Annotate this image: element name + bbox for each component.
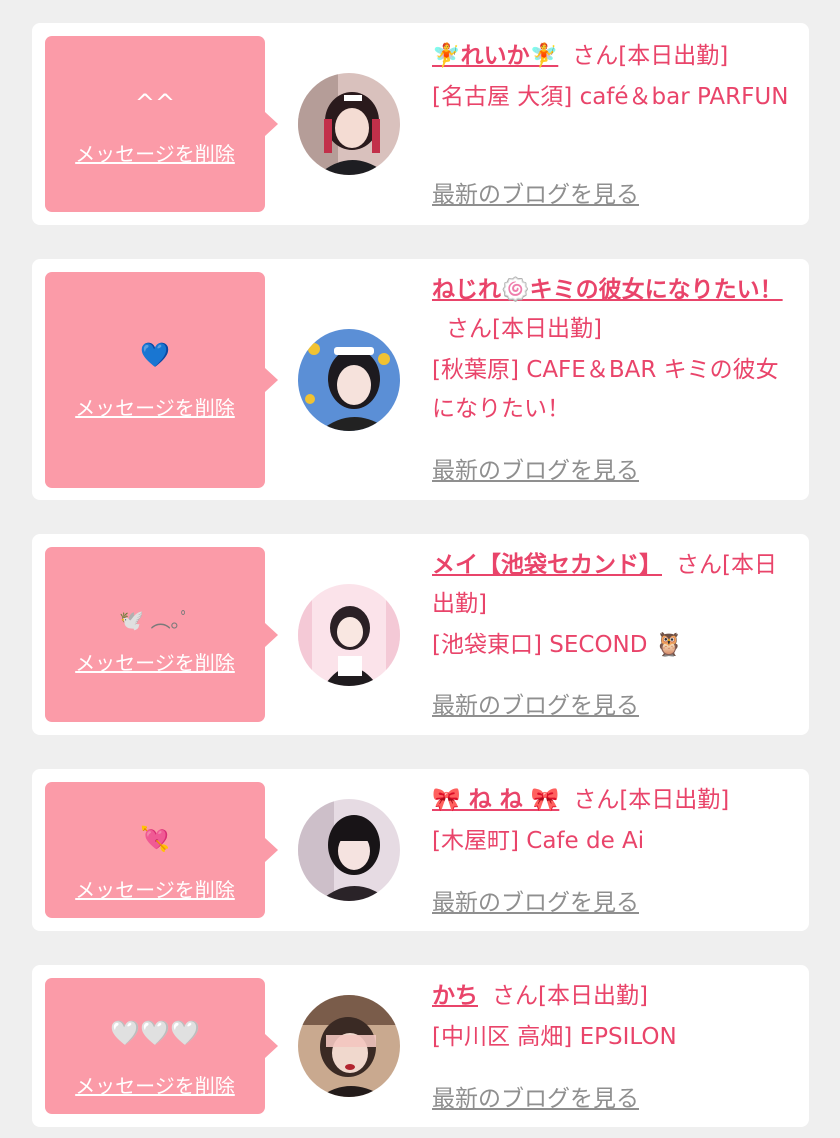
cast-status: さん[本日出勤] [573,787,730,813]
message-card: 🤍🤍🤍 メッセージを削除 かち さん[本日出勤] [中川区 高畑] EPSILON… [32,965,809,1127]
cast-status: さん[本日出勤] [492,983,648,1009]
cast-name-link[interactable]: かち [432,983,478,1009]
delete-message-link[interactable]: メッセージを削除 [45,138,265,167]
cast-info: メイ【池袋セカンド】 さん[本日出勤] [池袋東口] SECOND 🦉 [432,546,792,665]
delete-message-link[interactable]: メッセージを削除 [45,874,265,903]
message-bubble: 💙 メッセージを削除 [45,272,278,488]
avatar[interactable] [298,799,400,901]
message-bubble: 🕊️ ︵｡ﾟ メッセージを削除 [45,547,278,722]
message-text: 💙 [140,341,170,369]
avatar[interactable] [298,584,400,686]
latest-blog-link[interactable]: 最新のブログを見る [432,686,639,720]
message-text: 🕊️ ︵｡ﾟ [119,608,191,632]
message-text: ^^ [134,89,176,117]
shop-name: [名古屋 大須] café＆bar PARFUN [432,84,789,110]
shop-name: [秋葉原] CAFE＆BAR キミの彼女になりたい！ [432,357,779,422]
cast-info: かち さん[本日出勤] [中川区 高畑] EPSILON [432,977,792,1057]
message-card: 💘 メッセージを削除 🎀 ね ね 🎀 さん[本日出勤] [木屋町] Cafe de… [32,769,809,931]
latest-blog-link[interactable]: 最新のブログを見る [432,1079,639,1113]
latest-blog-link[interactable]: 最新のブログを見る [432,175,639,209]
delete-message-link[interactable]: メッセージを削除 [45,392,265,421]
cast-info: 🎀 ね ね 🎀 さん[本日出勤] [木屋町] Cafe de Ai [432,781,792,861]
shop-name: [木屋町] Cafe de Ai [432,828,645,854]
shop-name: [中川区 高畑] EPSILON [432,1024,677,1050]
message-text: 🤍🤍🤍 [110,1019,200,1047]
message-bubble: 🤍🤍🤍 メッセージを削除 [45,978,278,1114]
cast-info: ねじれ🍥キミの彼女になりたい！ さん[本日出勤] [秋葉原] CAFE＆BAR キ… [432,271,792,429]
cast-info: 🧚れいか🧚 さん[本日出勤] [名古屋 大須] café＆bar PARFUN [432,37,792,117]
message-card: 🕊️ ︵｡ﾟ メッセージを削除 メイ【池袋セカンド】 さん[本日出勤] [池袋東口… [32,534,809,735]
shop-name: [池袋東口] SECOND 🦉 [432,632,684,658]
message-card: ^^ メッセージを削除 🧚れいか🧚 さん[本日出勤] [名古屋 大須] café＆… [32,23,809,225]
message-text: 💘 [140,825,170,853]
latest-blog-link[interactable]: 最新のブログを見る [432,883,639,917]
message-bubble: ^^ メッセージを削除 [45,36,278,212]
delete-message-link[interactable]: メッセージを削除 [45,647,265,676]
message-card: 💙 メッセージを削除 ねじれ🍥キミの彼女になりたい！ さん[本日出勤] [秋葉原]… [32,259,809,500]
latest-blog-link[interactable]: 最新のブログを見る [432,451,639,485]
delete-message-link[interactable]: メッセージを削除 [45,1070,265,1099]
cast-status: さん[本日出勤] [572,43,729,69]
avatar[interactable] [298,73,400,175]
message-list: ^^ メッセージを削除 🧚れいか🧚 さん[本日出勤] [名古屋 大須] café＆… [0,0,840,1138]
avatar[interactable] [298,995,400,1097]
avatar[interactable] [298,329,400,431]
cast-name-link[interactable]: メイ【池袋セカンド】 [432,552,662,578]
cast-name-link[interactable]: 🧚れいか🧚 [432,43,558,69]
message-bubble: 💘 メッセージを削除 [45,782,278,918]
cast-name-link[interactable]: 🎀 ね ね 🎀 [432,787,559,813]
cast-name-link[interactable]: ねじれ🍥キミの彼女になりたい！ [432,277,783,303]
cast-status: さん[本日出勤] [446,316,602,342]
